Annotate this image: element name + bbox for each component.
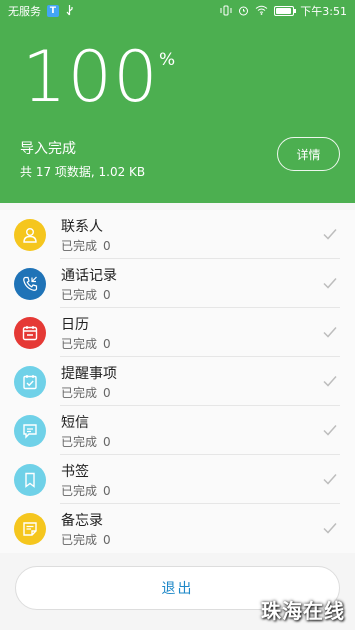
memo-icon xyxy=(14,513,46,545)
list-item-status: 已完成 0 xyxy=(61,531,111,548)
list-item-count: 0 xyxy=(103,533,111,547)
status-bar: 无服务 T 下午3:51 xyxy=(0,0,355,22)
alarm-icon xyxy=(238,5,249,18)
list-item-status: 已完成 0 xyxy=(61,433,111,450)
reminder-icon xyxy=(14,366,46,398)
list-item-call-log[interactable]: 通话记录 已完成 0 xyxy=(0,259,355,308)
list-item-count: 0 xyxy=(103,435,111,449)
check-icon xyxy=(323,229,337,240)
list-item-count: 0 xyxy=(103,337,111,351)
list-item-title: 日历 xyxy=(61,317,89,333)
phone-icon xyxy=(14,268,46,300)
list-item-count: 0 xyxy=(103,386,111,400)
vibrate-icon xyxy=(220,5,232,18)
list-item-status: 已完成 0 xyxy=(61,335,111,352)
import-status: 导入完成 xyxy=(20,141,76,157)
list-item-state: 已完成 xyxy=(61,484,98,498)
usb-icon xyxy=(65,4,74,18)
bookmark-icon xyxy=(14,464,46,496)
list-item-title: 书签 xyxy=(61,464,89,480)
carrier-label: 无服务 xyxy=(8,5,41,18)
list-item-count: 0 xyxy=(103,239,111,253)
list-item-contacts[interactable]: 联系人 已完成 0 xyxy=(0,210,355,259)
list-item-title: 联系人 xyxy=(61,219,103,235)
import-item-list: 联系人 已完成 0 通话记录 已完成 0 日历 已完成 0 提醒事项 已完成 0 短信 … xyxy=(0,210,355,553)
watermark: 珠海在线 xyxy=(261,599,345,623)
details-button[interactable]: 详情 xyxy=(277,137,340,171)
list-item-memos[interactable]: 备忘录 已完成 0 xyxy=(0,504,355,553)
list-item-state: 已完成 xyxy=(61,288,98,302)
list-item-state: 已完成 xyxy=(61,435,98,449)
list-item-calendar[interactable]: 日历 已完成 0 xyxy=(0,308,355,357)
check-icon xyxy=(323,376,337,387)
list-item-title: 短信 xyxy=(61,415,89,431)
battery-icon xyxy=(274,6,297,16)
import-summary-header: 100 % 导入完成 共 17 项数据, 1.02 KB 详情 xyxy=(0,22,355,203)
list-item-count: 0 xyxy=(103,288,111,302)
list-item-state: 已完成 xyxy=(61,386,98,400)
check-icon xyxy=(323,474,337,485)
list-item-count: 0 xyxy=(103,484,111,498)
wifi-icon xyxy=(255,5,268,17)
list-item-title: 备忘录 xyxy=(61,513,103,529)
clock: 下午3:51 xyxy=(300,5,347,18)
check-icon xyxy=(323,523,337,534)
contacts-icon xyxy=(14,219,46,251)
list-item-messages[interactable]: 短信 已完成 0 xyxy=(0,406,355,455)
battery-level xyxy=(276,8,291,14)
list-item-status: 已完成 0 xyxy=(61,286,111,303)
import-summary-text: 共 17 项数据, 1.02 KB xyxy=(20,165,146,179)
t-badge-icon: T xyxy=(47,5,59,17)
status-left: 无服务 T xyxy=(8,3,74,19)
message-icon xyxy=(14,415,46,447)
list-item-status: 已完成 0 xyxy=(61,237,111,254)
status-right: 下午3:51 xyxy=(220,3,347,19)
check-icon xyxy=(323,327,337,338)
percent-sign: % xyxy=(159,50,176,70)
list-item-state: 已完成 xyxy=(61,533,98,547)
calendar-icon xyxy=(14,317,46,349)
progress-percent: 100 xyxy=(22,36,159,118)
list-item-state: 已完成 xyxy=(61,239,98,253)
check-icon xyxy=(323,425,337,436)
list-item-title: 提醒事项 xyxy=(61,366,117,382)
check-icon xyxy=(323,278,337,289)
list-item-title: 通话记录 xyxy=(61,268,117,284)
list-item-bookmarks[interactable]: 书签 已完成 0 xyxy=(0,455,355,504)
list-item-status: 已完成 0 xyxy=(61,482,111,499)
list-item-state: 已完成 xyxy=(61,337,98,351)
list-item-reminders[interactable]: 提醒事项 已完成 0 xyxy=(0,357,355,406)
list-item-status: 已完成 0 xyxy=(61,384,111,401)
